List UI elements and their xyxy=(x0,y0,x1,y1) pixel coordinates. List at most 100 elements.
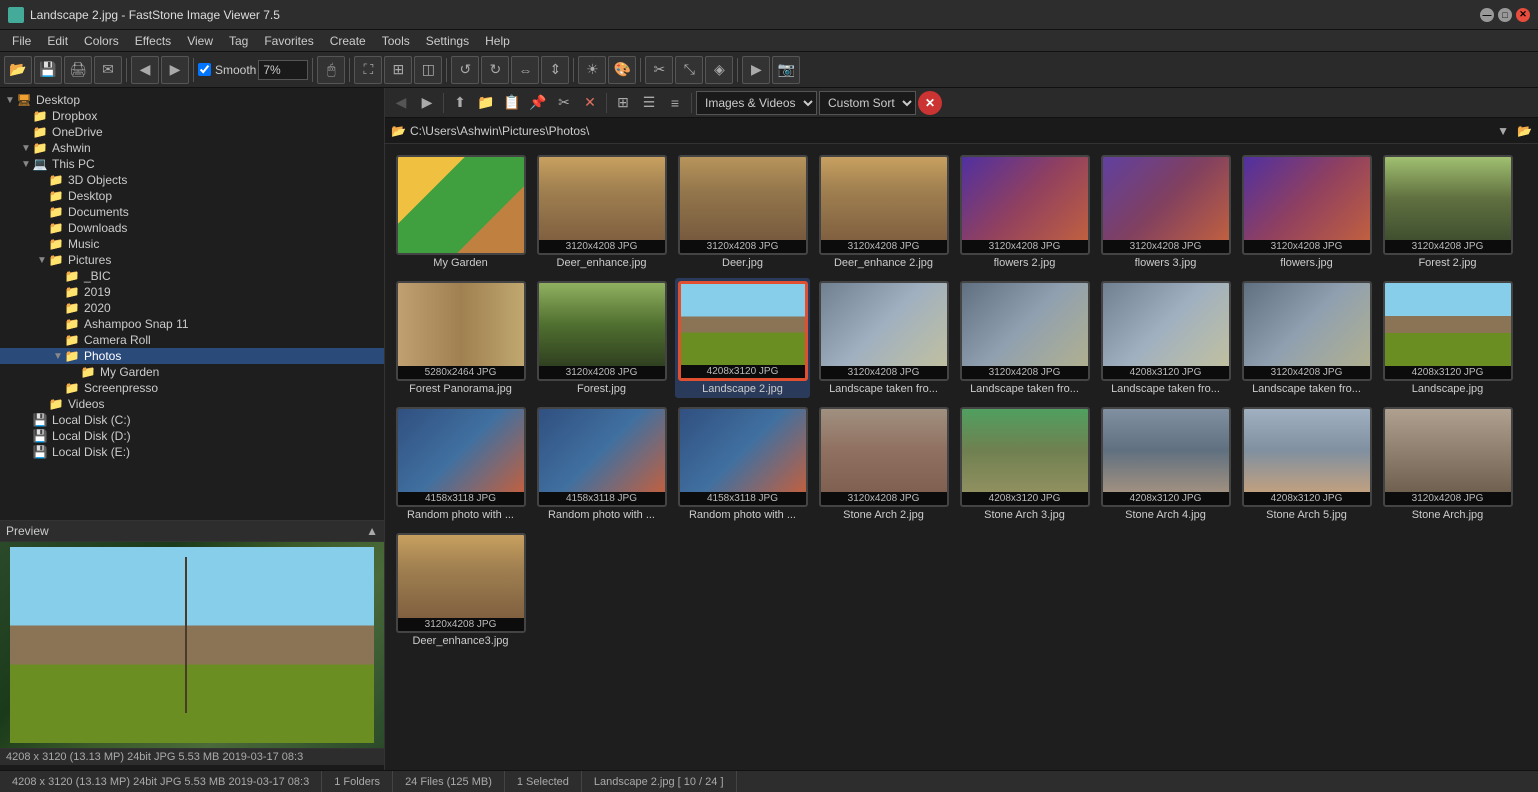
thumb-item-stone_arch5[interactable]: 4208x3120 JPGStone Arch 5.jpg xyxy=(1239,404,1374,524)
thumb-item-random2[interactable]: 4158x3118 JPGRandom photo with ... xyxy=(534,404,669,524)
maximize-button[interactable]: □ xyxy=(1498,8,1512,22)
sort-select[interactable]: Custom Sort Name Date xyxy=(819,91,916,115)
tree-item-cameraroll[interactable]: 📁Camera Roll xyxy=(0,332,384,348)
tree-item-screenpresso[interactable]: 📁Screenpresso xyxy=(0,380,384,396)
path-open-button[interactable]: 📂 xyxy=(1517,124,1532,138)
tree-item-downloads[interactable]: 📁Downloads xyxy=(0,220,384,236)
tree-item-pictures[interactable]: ▼📁Pictures xyxy=(0,252,384,268)
tb-open-button[interactable]: 📂 xyxy=(4,56,32,84)
thumb-item-landscape_taken3[interactable]: 4208x3120 JPGLandscape taken fro... xyxy=(1098,278,1233,398)
tree-toggle-desktop[interactable]: ▼ xyxy=(4,95,16,106)
menu-item-colors[interactable]: Colors xyxy=(76,32,127,50)
paste-button[interactable]: 📌 xyxy=(526,91,550,115)
menu-item-view[interactable]: View xyxy=(179,32,221,50)
close-button[interactable]: ✕ xyxy=(1516,8,1530,22)
tree-item-localc[interactable]: 💾Local Disk (C:) xyxy=(0,412,384,428)
menu-item-effects[interactable]: Effects xyxy=(127,32,179,50)
tree-toggle-thispc[interactable]: ▼ xyxy=(20,159,32,170)
thumb-item-deer_enhance2[interactable]: 3120x4208 JPGDeer_enhance 2.jpg xyxy=(816,152,951,272)
tree-item-locald[interactable]: 💾Local Disk (D:) xyxy=(0,428,384,444)
thumb-item-forest[interactable]: 3120x4208 JPGForest.jpg xyxy=(534,278,669,398)
menu-item-tools[interactable]: Tools xyxy=(374,32,418,50)
tb-fullscreen-button[interactable]: ⛶ xyxy=(354,56,382,84)
menu-item-edit[interactable]: Edit xyxy=(39,32,76,50)
tb-email-button[interactable]: ✉ xyxy=(94,56,122,84)
thumb-item-landscape_taken4[interactable]: 3120x4208 JPGLandscape taken fro... xyxy=(1239,278,1374,398)
thumb-item-landscape_taken1[interactable]: 3120x4208 JPGLandscape taken fro... xyxy=(816,278,951,398)
menu-item-favorites[interactable]: Favorites xyxy=(256,32,321,50)
tb-cursor-button[interactable]: 🖱 xyxy=(317,56,345,84)
path-dropdown-button[interactable]: ▼ xyxy=(1497,124,1509,138)
tb-crop-button[interactable]: ✂ xyxy=(645,56,673,84)
thumb-item-deer_enhance3[interactable]: 3120x4208 JPGDeer_enhance3.jpg xyxy=(393,530,528,650)
tb-multipage-button[interactable]: ⊞ xyxy=(384,56,412,84)
tree-item-mygarden[interactable]: 📁My Garden xyxy=(0,364,384,380)
file-tree[interactable]: ▼🖥Desktop 📁Dropbox 📁OneDrive▼📁Ashwin▼💻Th… xyxy=(0,88,384,520)
thumb-item-landscape_taken2[interactable]: 3120x4208 JPGLandscape taken fro... xyxy=(957,278,1092,398)
thumb-item-landscape[interactable]: 4208x3120 JPGLandscape.jpg xyxy=(1380,278,1515,398)
thumb-item-random3[interactable]: 4158x3118 JPGRandom photo with ... xyxy=(675,404,810,524)
tb-brightness-button[interactable]: ☀ xyxy=(578,56,606,84)
move-button[interactable]: ✂ xyxy=(552,91,576,115)
tb-compare-button[interactable]: ◫ xyxy=(414,56,442,84)
tree-item-music[interactable]: 📁Music xyxy=(0,236,384,252)
smooth-checkbox[interactable] xyxy=(198,63,211,76)
tb-print-button[interactable]: 🖨 xyxy=(64,56,92,84)
tree-item-desktop[interactable]: ▼🖥Desktop xyxy=(0,92,384,108)
tb-flipv-button[interactable]: ⇕ xyxy=(541,56,569,84)
tb-rotatel-button[interactable]: ↺ xyxy=(451,56,479,84)
menu-item-file[interactable]: File xyxy=(4,32,39,50)
stop-button[interactable]: ✕ xyxy=(918,91,942,115)
thumb-item-mygarden[interactable]: My Garden xyxy=(393,152,528,272)
details-view-button[interactable]: ≡ xyxy=(663,91,687,115)
forward-button[interactable]: ▶ xyxy=(415,91,439,115)
tb-prev-button[interactable]: ◀ xyxy=(131,56,159,84)
tb-color-button[interactable]: 🎨 xyxy=(608,56,636,84)
tree-item-documents[interactable]: 📁Documents xyxy=(0,204,384,220)
list-view-button[interactable]: ☰ xyxy=(637,91,661,115)
thumb-item-deer[interactable]: 3120x4208 JPGDeer.jpg xyxy=(675,152,810,272)
menu-item-create[interactable]: Create xyxy=(322,32,374,50)
tb-next-button[interactable]: ▶ xyxy=(161,56,189,84)
tree-item-bic[interactable]: 📁_BIC xyxy=(0,268,384,284)
zoom-input[interactable]: 7% xyxy=(258,60,308,80)
tb-fliph-button[interactable]: ⇔ xyxy=(511,56,539,84)
tree-item-onedrive[interactable]: 📁OneDrive xyxy=(0,124,384,140)
tree-item-2020[interactable]: 📁2020 xyxy=(0,300,384,316)
thumb-item-flowers[interactable]: 3120x4208 JPGflowers.jpg xyxy=(1239,152,1374,272)
tree-toggle-pictures[interactable]: ▼ xyxy=(36,255,48,266)
thumb-item-random1[interactable]: 4158x3118 JPGRandom photo with ... xyxy=(393,404,528,524)
thumb-item-forestpanorama[interactable]: 5280x2464 JPGForest Panorama.jpg xyxy=(393,278,528,398)
filter-select[interactable]: Images & Videos Images Only Videos Only xyxy=(696,91,817,115)
tree-item-desktop2[interactable]: 📁Desktop xyxy=(0,188,384,204)
tree-item-2019[interactable]: 📁2019 xyxy=(0,284,384,300)
tree-item-locale[interactable]: 💾Local Disk (E:) xyxy=(0,444,384,460)
thumb-item-stone_arch3[interactable]: 4208x3120 JPGStone Arch 3.jpg xyxy=(957,404,1092,524)
minimize-button[interactable]: — xyxy=(1480,8,1494,22)
tb-sharpen-button[interactable]: ◈ xyxy=(705,56,733,84)
tb-save-button[interactable]: 💾 xyxy=(34,56,62,84)
tree-toggle-photos[interactable]: ▼ xyxy=(52,351,64,362)
back-button[interactable]: ◀ xyxy=(389,91,413,115)
tb-resize-button[interactable]: ⤡ xyxy=(675,56,703,84)
menu-item-tag[interactable]: Tag xyxy=(221,32,256,50)
new-folder-button[interactable]: 📁 xyxy=(474,91,498,115)
menu-item-settings[interactable]: Settings xyxy=(418,32,477,50)
tree-item-dropbox[interactable]: 📁Dropbox xyxy=(0,108,384,124)
thumb-item-flowers2[interactable]: 3120x4208 JPGflowers 2.jpg xyxy=(957,152,1092,272)
tree-item-photos[interactable]: ▼📁Photos xyxy=(0,348,384,364)
thumbs-view-button[interactable]: ⊞ xyxy=(611,91,635,115)
window-controls[interactable]: — □ ✕ xyxy=(1480,8,1530,22)
folder-up-button[interactable]: ⬆ xyxy=(448,91,472,115)
thumb-item-deer_enhance[interactable]: 3120x4208 JPGDeer_enhance.jpg xyxy=(534,152,669,272)
thumb-item-forest2[interactable]: 3120x4208 JPGForest 2.jpg xyxy=(1380,152,1515,272)
tree-item-ashwin[interactable]: ▼📁Ashwin xyxy=(0,140,384,156)
tb-rotater-button[interactable]: ↻ xyxy=(481,56,509,84)
tree-item-3dobjects[interactable]: 📁3D Objects xyxy=(0,172,384,188)
tb-slideshow-button[interactable]: ▶ xyxy=(742,56,770,84)
tb-scanner-button[interactable]: 📷 xyxy=(772,56,800,84)
tree-item-thispc[interactable]: ▼💻This PC xyxy=(0,156,384,172)
thumbnails-container[interactable]: My Garden3120x4208 JPGDeer_enhance.jpg31… xyxy=(385,144,1538,770)
tree-item-ashsnap[interactable]: 📁Ashampoo Snap 11 xyxy=(0,316,384,332)
copy-button[interactable]: 📋 xyxy=(500,91,524,115)
